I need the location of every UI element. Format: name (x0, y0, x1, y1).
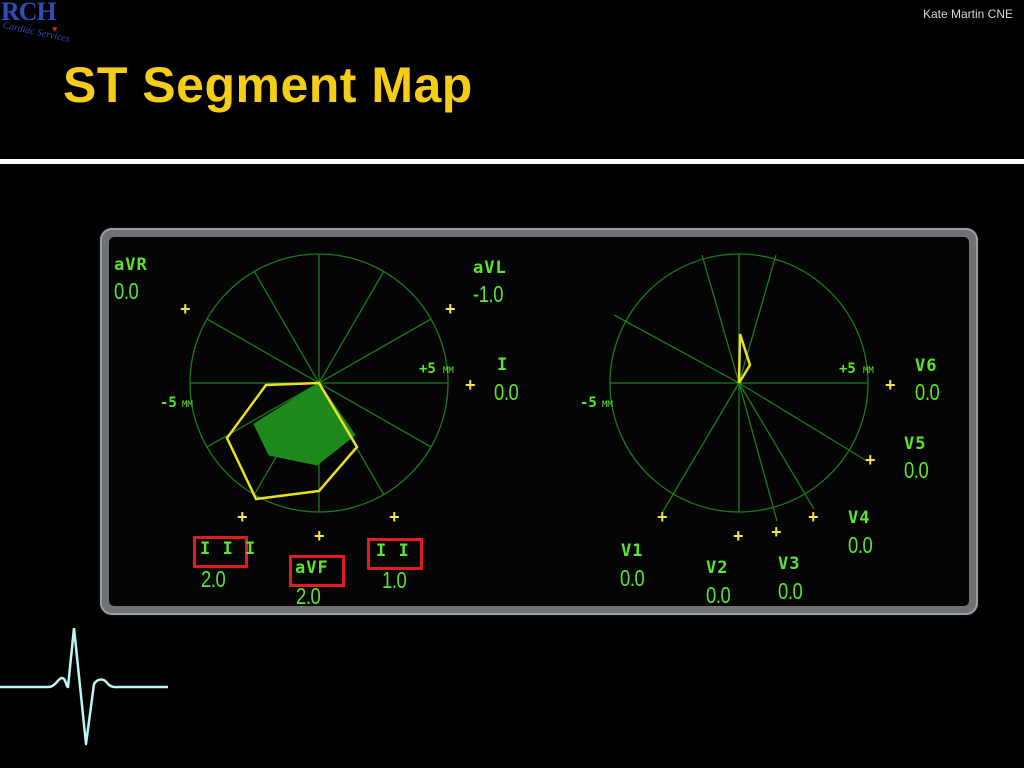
ecg-waveform-icon (0, 628, 168, 746)
limb-scale-plus: +5 (419, 361, 436, 377)
v4-plus-marker: + (808, 507, 819, 527)
lead-v2-value: 0.0 (706, 582, 731, 608)
lead-v5-label: V5 (904, 434, 927, 454)
chest-scale-plus: +5 (839, 361, 856, 377)
lead-iii-plus-marker: + (237, 507, 248, 527)
heart-icon: ♥ (52, 24, 58, 34)
lead-ii-value: 1.0 (382, 567, 407, 593)
chest-map-grid (609, 253, 869, 522)
lead-v3-value: 0.0 (778, 578, 803, 604)
lead-avf-value: 2.0 (296, 583, 321, 609)
lead-avf-label: aVF (295, 558, 329, 578)
v3-plus-marker: + (771, 522, 782, 542)
lead-iii-value: 2.0 (201, 566, 226, 592)
st-monitor-panel: aVR 0.0 aVL -1.0 I 0.0 I I 1.0 aVF 2.0 I… (100, 228, 978, 615)
rch-logo: RCH Cardiac Services ♥ (0, 0, 71, 48)
lead-v6-label: V6 (915, 356, 938, 376)
lead-v4-label: V4 (848, 508, 871, 528)
v2-plus-marker: + (733, 526, 744, 546)
lead-avl-label: aVL (473, 258, 507, 278)
author-label: Kate Martin CNE (922, 7, 1013, 21)
lead-v1-label: V1 (621, 541, 644, 561)
lead-iii-label: I I I (200, 539, 257, 559)
lead-v6-value: 0.0 (915, 379, 940, 405)
title-divider (0, 159, 1024, 164)
lead-i-label: I (497, 355, 509, 375)
lead-avr-value: 0.0 (114, 278, 139, 304)
v1-plus-marker: + (657, 507, 668, 527)
lead-v2-label: V2 (706, 558, 729, 578)
chest-scale-minus-unit: MM (602, 400, 613, 410)
lead-avr-label: aVR (114, 255, 148, 275)
v5-plus-marker: + (865, 450, 876, 470)
limb-scale-minus-unit: MM (182, 400, 193, 410)
slide-title: ST Segment Map (63, 57, 473, 113)
limb-scale-plus-unit: MM (443, 366, 454, 376)
limb-scale-minus: -5 (160, 395, 177, 411)
lead-i-plus-marker: + (465, 375, 476, 395)
avf-plus-marker: + (314, 526, 325, 546)
chest-scale-minus: -5 (580, 395, 597, 411)
lead-ii-plus-marker: + (389, 507, 400, 527)
lead-v1-value: 0.0 (620, 565, 645, 591)
avl-plus-marker: + (445, 299, 456, 319)
avr-plus-marker: + (180, 299, 191, 319)
v6-plus-marker: + (885, 375, 896, 395)
lead-i-value: 0.0 (494, 379, 519, 405)
lead-v4-value: 0.0 (848, 532, 873, 558)
lead-ii-label: I I (376, 541, 410, 561)
lead-v5-value: 0.0 (904, 457, 929, 483)
lead-avl-value: -1.0 (473, 281, 504, 307)
lead-v3-label: V3 (778, 554, 801, 574)
chest-scale-plus-unit: MM (863, 366, 874, 376)
